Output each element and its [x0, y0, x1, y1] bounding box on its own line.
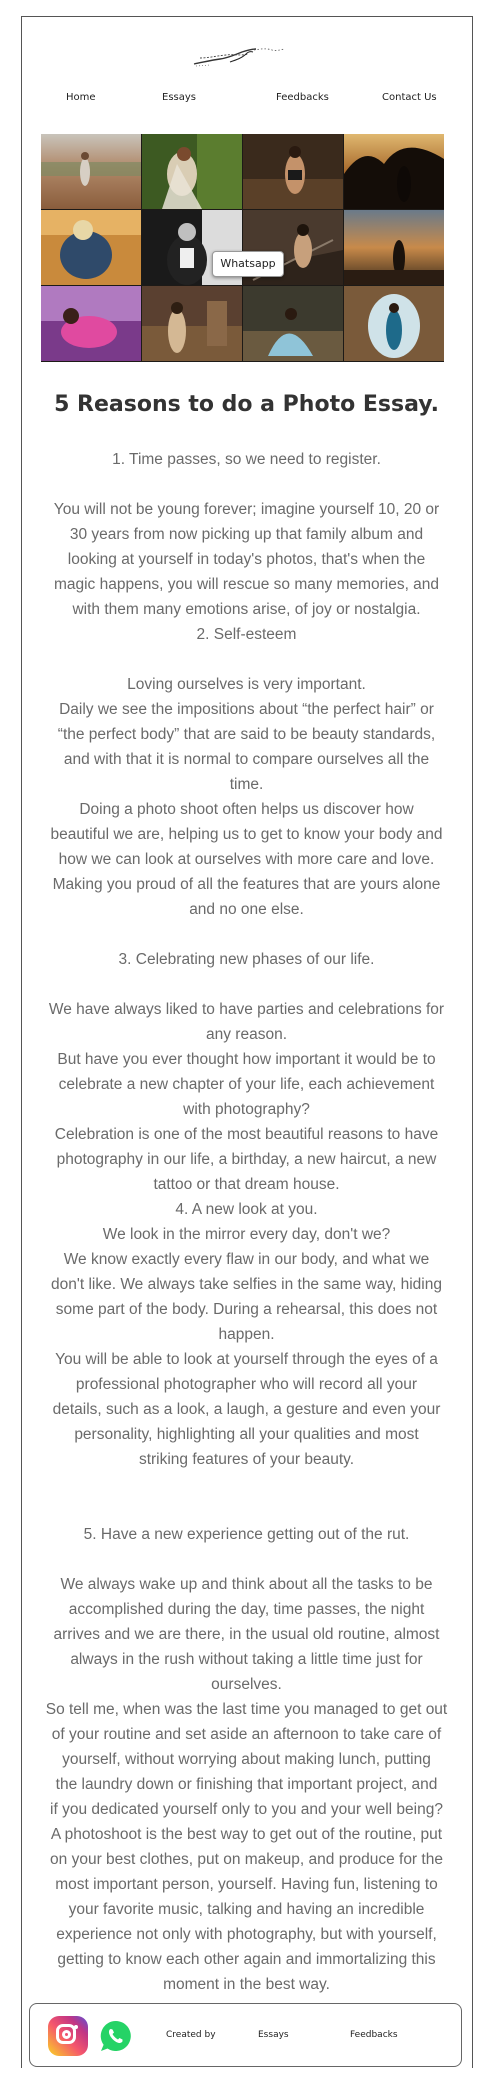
- essay-line: 30 years from now picking up that family…: [69, 526, 424, 543]
- essay-line: time.: [229, 776, 264, 793]
- essay-line: Making you proud of all the features tha…: [52, 876, 441, 893]
- essay-blank-line: [36, 972, 457, 997]
- essay-line: with photography?: [183, 1101, 310, 1118]
- essay-line: any reason.: [206, 1026, 287, 1043]
- essay-line: Celebration is one of the most beautiful…: [54, 1126, 439, 1143]
- essay-line: on your best clothes, put on makeup, and…: [50, 1851, 443, 1868]
- essay-line: striking features of your beauty.: [138, 1451, 355, 1468]
- essay-line: arrives and we are there, in the usual o…: [53, 1626, 440, 1643]
- essay-line: ourselves.: [211, 1676, 282, 1693]
- essay-line: celebrate a new chapter of your life, ea…: [58, 1076, 435, 1093]
- essay-line: some part of the body. During a rehearsa…: [55, 1301, 438, 1318]
- essay-line: and with that it is normal to compare ou…: [63, 751, 430, 768]
- essay-line: tattoo or that dream house.: [153, 1176, 340, 1193]
- essay-line: Doing a photo shoot often helps us disco…: [79, 801, 414, 818]
- essay-line: We know exactly every flaw in our body, …: [63, 1251, 430, 1268]
- essay-line: magic happens, you will rescue so many m…: [53, 576, 440, 593]
- essay-line: We look in the mirror every day, don't w…: [102, 1226, 391, 1243]
- essay-blank-line: [36, 1547, 457, 1572]
- gallery-photo[interactable]: [142, 286, 242, 361]
- whatsapp-icon[interactable]: [99, 2019, 133, 2053]
- gallery-photo[interactable]: [142, 134, 242, 209]
- essay-line: Loving ourselves is very important.: [127, 676, 366, 693]
- signature-logo[interactable]: [190, 40, 288, 74]
- essay-line: We have always liked to have parties and…: [48, 1001, 445, 1018]
- essay-line: always in the rush without taking a litt…: [70, 1651, 423, 1668]
- gallery-photo[interactable]: [243, 134, 343, 209]
- essay-body: 1. Time passes, so we need to register. Y…: [36, 447, 457, 1997]
- essay-line: yourself, without worrying about making …: [62, 1751, 431, 1768]
- essay-line: and no one else.: [189, 901, 304, 918]
- footer: Created by Essays Feedbacks: [29, 2003, 462, 2067]
- footer-feedbacks-link[interactable]: Feedbacks: [350, 2030, 398, 2040]
- gallery-photo[interactable]: [344, 134, 444, 209]
- nav-contact-us[interactable]: Contact Us: [382, 92, 437, 103]
- essay-line: 4. A new look at you.: [175, 1201, 318, 1218]
- essay-line: personality, highlighting all your quali…: [74, 1426, 419, 1443]
- essay-line: your favorite music, talking and having …: [68, 1901, 425, 1918]
- essay-blank-line: [36, 1497, 457, 1522]
- essay-line: accomplished during the day, time passes…: [68, 1601, 425, 1618]
- gallery-photo[interactable]: [344, 286, 444, 361]
- essay-line: how we can look at ourselves with more c…: [58, 851, 435, 868]
- essay-line: 5. Have a new experience getting out of …: [83, 1526, 410, 1543]
- essay-line: 1. Time passes, so we need to register.: [112, 451, 381, 468]
- essay-line: We always wake up and think about all th…: [60, 1576, 433, 1593]
- gallery-photo[interactable]: [344, 210, 444, 285]
- essay-line: experience not only with photography, bu…: [56, 1926, 437, 1943]
- gallery-photo[interactable]: [243, 286, 343, 361]
- nav-essays[interactable]: Essays: [162, 92, 196, 103]
- gallery-photo[interactable]: [41, 134, 141, 209]
- essay-line: looking at yourself in today's photos, t…: [67, 551, 426, 568]
- essay-line: getting to know each other again and imm…: [57, 1951, 436, 1968]
- essay-line: You will not be young forever; imagine y…: [53, 501, 440, 518]
- essay-line: the laundry down or finishing that impor…: [55, 1776, 438, 1793]
- essay-line: don't like. We always take selfies in th…: [51, 1276, 442, 1293]
- nav-feedbacks[interactable]: Feedbacks: [276, 92, 329, 103]
- main-nav: Home Essays Feedbacks Contact Us: [0, 92, 493, 110]
- essay-line: with them many emotions arise, of joy or…: [72, 601, 421, 618]
- essay-line: “the perfect body” that are said to be b…: [57, 726, 436, 743]
- footer-created-by: Created by: [166, 2030, 216, 2040]
- essay-line: moment in the best way.: [163, 1976, 330, 1993]
- essay-line: if you dedicated yourself only to you an…: [50, 1801, 443, 1818]
- essay-line: photography in our life, a birthday, a n…: [56, 1151, 437, 1168]
- essay-line: A photoshoot is the best way to get out …: [50, 1826, 443, 1843]
- whatsapp-button[interactable]: Whatsapp: [212, 251, 284, 277]
- article-title: 5 Reasons to do a Photo Essay.: [54, 392, 439, 417]
- gallery-photo[interactable]: [41, 210, 141, 285]
- essay-line: 2. Self-esteem: [196, 626, 297, 643]
- essay-blank-line: [36, 1472, 457, 1497]
- essay-line: You will be able to look at yourself thr…: [55, 1351, 438, 1368]
- essay-line: So tell me, when was the last time you m…: [45, 1701, 448, 1718]
- essay-line: details, such as a look, a laugh, a gest…: [52, 1401, 441, 1418]
- essay-line: beautiful we are, helping us to get to k…: [50, 826, 443, 843]
- essay-line: Daily we see the impositions about “the …: [59, 701, 434, 718]
- essay-line: But have you ever thought how important …: [57, 1051, 436, 1068]
- gallery-photo[interactable]: [41, 286, 141, 361]
- essay-line: happen.: [218, 1326, 275, 1343]
- essay-blank-line: [36, 472, 457, 497]
- instagram-icon[interactable]: [48, 2016, 88, 2056]
- nav-home[interactable]: Home: [66, 92, 96, 103]
- essay-blank-line: [36, 922, 457, 947]
- essay-line: most important person, yourself. Having …: [55, 1876, 438, 1893]
- essay-line: 3. Celebrating new phases of our life.: [118, 951, 375, 968]
- photo-gallery: [41, 134, 444, 362]
- essay-line: professional photographer who will recor…: [75, 1376, 418, 1393]
- essay-line: of your routine and set aside an afterno…: [51, 1726, 442, 1743]
- footer-essays-link[interactable]: Essays: [258, 2030, 289, 2040]
- essay-blank-line: [36, 647, 457, 672]
